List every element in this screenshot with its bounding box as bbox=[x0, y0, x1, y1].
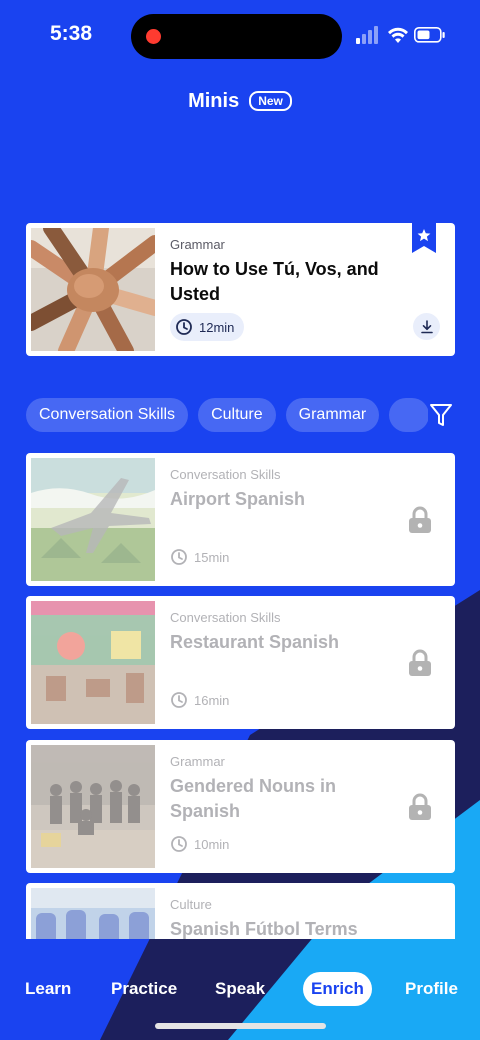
nav-learn[interactable]: Learn bbox=[25, 972, 71, 1006]
nav-practice[interactable]: Practice bbox=[111, 972, 177, 1006]
nav-profile[interactable]: Profile bbox=[405, 972, 458, 1006]
lesson-title: Restaurant Spanish bbox=[170, 632, 340, 652]
lesson-duration: 16min bbox=[170, 686, 237, 714]
clock-icon bbox=[171, 836, 187, 852]
lesson-title: Gendered Nouns in Spanish bbox=[170, 776, 337, 821]
lesson-category: Conversation Skills bbox=[170, 467, 281, 482]
duration-text: 16min bbox=[194, 692, 230, 708]
lesson-duration: 15min bbox=[170, 543, 237, 571]
lock-icon bbox=[409, 506, 431, 533]
lesson-title: Spanish Fútbol Terms bbox=[170, 919, 358, 939]
lock-icon bbox=[409, 649, 431, 676]
lesson-duration: 10min bbox=[170, 830, 237, 858]
lesson-card[interactable]: Culture Spanish Fútbol Terms bbox=[26, 883, 455, 939]
lesson-thumbnail-airplane bbox=[31, 458, 155, 581]
lesson-card[interactable]: Conversation Skills Airport Spanish 15mi… bbox=[26, 453, 455, 586]
nav-speak[interactable]: Speak bbox=[215, 972, 265, 1006]
lesson-category: Grammar bbox=[170, 754, 225, 769]
clock-icon bbox=[171, 549, 187, 565]
lesson-category: Conversation Skills bbox=[170, 610, 281, 625]
filter-icon[interactable] bbox=[428, 402, 454, 428]
lesson-thumbnail-group bbox=[31, 745, 155, 868]
lock-icon bbox=[409, 793, 431, 820]
lesson-card[interactable]: Grammar Gendered Nouns in Spanish 10min bbox=[26, 740, 455, 873]
clock-icon bbox=[171, 692, 187, 708]
bottom-nav: Learn Practice Speak Enrich Profile bbox=[0, 972, 480, 1008]
duration-text: 10min bbox=[194, 836, 230, 852]
home-indicator bbox=[155, 1023, 326, 1029]
lesson-thumbnail-soccer bbox=[31, 888, 155, 939]
lesson-list: Conversation Skills Airport Spanish 15mi… bbox=[0, 0, 480, 939]
duration-text: 15min bbox=[194, 549, 230, 565]
nav-enrich[interactable]: Enrich bbox=[303, 972, 372, 1006]
lesson-thumbnail-restaurant bbox=[31, 601, 155, 724]
lesson-category: Culture bbox=[170, 897, 212, 912]
lesson-card[interactable]: Conversation Skills Restaurant Spanish 1… bbox=[26, 596, 455, 729]
lesson-title: Airport Spanish bbox=[170, 489, 306, 509]
